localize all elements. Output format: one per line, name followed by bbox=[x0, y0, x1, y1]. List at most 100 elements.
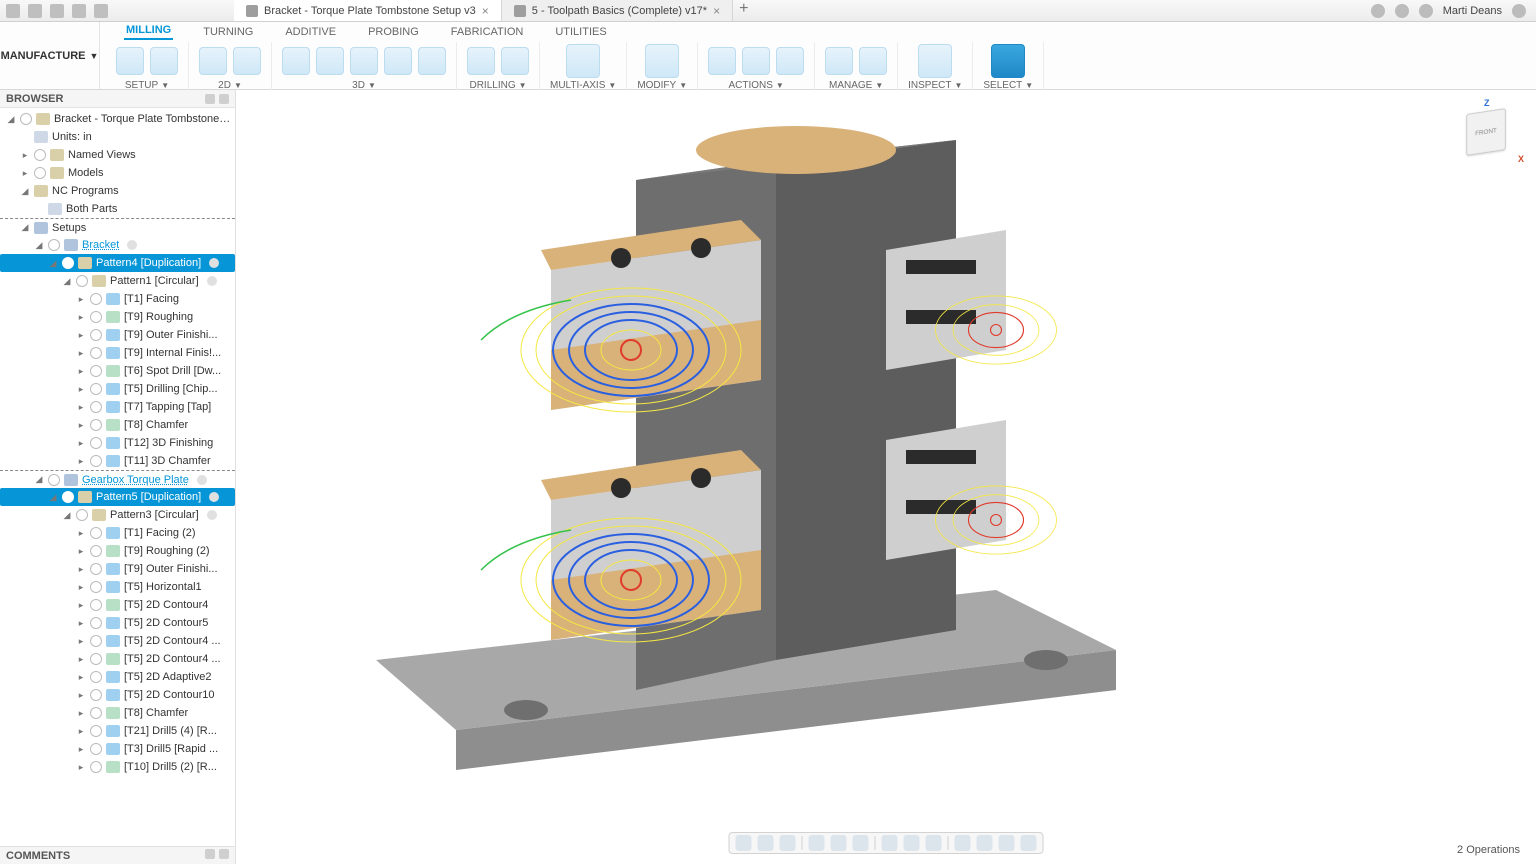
save-icon[interactable] bbox=[50, 4, 64, 18]
browser-tree[interactable]: ◢Bracket - Torque Plate Tombstone ...Uni… bbox=[0, 108, 235, 846]
navbar-button[interactable] bbox=[977, 835, 993, 851]
navbar-button[interactable] bbox=[809, 835, 825, 851]
settings-icon[interactable] bbox=[205, 94, 215, 104]
visibility-icon[interactable] bbox=[62, 491, 74, 503]
tree-operation[interactable]: ▸[T12] 3D Finishing bbox=[0, 434, 235, 452]
tree-operation[interactable]: ▸[T11] 3D Chamfer bbox=[0, 452, 235, 470]
chevron-right-icon[interactable]: ▸ bbox=[20, 168, 30, 179]
chevron-right-icon[interactable]: ▸ bbox=[76, 456, 86, 467]
tree-pattern[interactable]: ◢Pattern5 [Duplication] bbox=[0, 488, 235, 506]
viewport[interactable]: Z FRONT X 2 Operations bbox=[236, 90, 1536, 864]
chevron-down-icon[interactable]: ◢ bbox=[34, 474, 44, 485]
chevron-right-icon[interactable]: ▸ bbox=[76, 348, 86, 359]
chevron-right-icon[interactable]: ▸ bbox=[76, 366, 86, 377]
jobstatus-icon[interactable] bbox=[1395, 4, 1409, 18]
navbar-button[interactable] bbox=[831, 835, 847, 851]
ribbon-button[interactable] bbox=[384, 47, 412, 75]
navbar-button[interactable] bbox=[758, 835, 774, 851]
tree-pattern[interactable]: ◢Pattern1 [Circular] bbox=[0, 272, 235, 290]
navbar-button[interactable] bbox=[904, 835, 920, 851]
ribbon-button[interactable] bbox=[991, 44, 1025, 78]
ribbon-button[interactable] bbox=[918, 44, 952, 78]
ribbon-button[interactable] bbox=[150, 47, 178, 75]
close-icon[interactable] bbox=[219, 849, 229, 859]
chevron-down-icon[interactable]: ◢ bbox=[62, 276, 72, 287]
visibility-icon[interactable] bbox=[90, 617, 102, 629]
chevron-right-icon[interactable]: ▸ bbox=[76, 330, 86, 341]
close-icon[interactable]: × bbox=[713, 4, 720, 18]
tree-setup[interactable]: ◢Gearbox Torque Plate bbox=[0, 470, 235, 488]
tree-models[interactable]: ▸Models bbox=[0, 164, 235, 182]
tree-operation[interactable]: ▸[T8] Chamfer bbox=[0, 416, 235, 434]
visibility-icon[interactable] bbox=[34, 149, 46, 161]
visibility-icon[interactable] bbox=[90, 563, 102, 575]
chevron-right-icon[interactable]: ▸ bbox=[76, 312, 86, 323]
tree-setup[interactable]: ◢Bracket bbox=[0, 236, 235, 254]
visibility-icon[interactable] bbox=[90, 581, 102, 593]
ribbon-button[interactable] bbox=[116, 47, 144, 75]
tree-operation[interactable]: ▸[T6] Spot Drill [Dw... bbox=[0, 362, 235, 380]
chevron-right-icon[interactable]: ▸ bbox=[20, 150, 30, 161]
tree-operation[interactable]: ▸[T9] Outer Finishi... bbox=[0, 326, 235, 344]
tree-operation[interactable]: ▸[T9] Internal Finis!... bbox=[0, 344, 235, 362]
visibility-icon[interactable] bbox=[90, 761, 102, 773]
chevron-down-icon[interactable]: ◢ bbox=[6, 114, 16, 125]
tree-units[interactable]: Units: in bbox=[0, 128, 235, 146]
user-name[interactable]: Marti Deans bbox=[1443, 5, 1502, 17]
visibility-icon[interactable] bbox=[90, 743, 102, 755]
notifications-icon[interactable] bbox=[1419, 4, 1433, 18]
ribbon-button[interactable] bbox=[233, 47, 261, 75]
visibility-icon[interactable] bbox=[90, 725, 102, 737]
chevron-right-icon[interactable]: ▸ bbox=[76, 582, 86, 593]
tree-operation[interactable]: ▸[T5] 2D Adaptive2 bbox=[0, 668, 235, 686]
undo-icon[interactable] bbox=[72, 4, 86, 18]
chevron-down-icon[interactable]: ◢ bbox=[34, 240, 44, 251]
chevron-right-icon[interactable]: ▸ bbox=[76, 690, 86, 701]
extensions-icon[interactable] bbox=[1371, 4, 1385, 18]
tree-nc-programs[interactable]: ◢NC Programs bbox=[0, 182, 235, 200]
ribbon-button[interactable] bbox=[776, 47, 804, 75]
ribbon-tab-additive[interactable]: ADDITIVE bbox=[283, 24, 338, 40]
help-icon[interactable] bbox=[1512, 4, 1526, 18]
tree-operation[interactable]: ▸[T3] Drill5 [Rapid ... bbox=[0, 740, 235, 758]
visibility-icon[interactable] bbox=[90, 527, 102, 539]
chevron-right-icon[interactable]: ▸ bbox=[76, 546, 86, 557]
navbar-button[interactable] bbox=[853, 835, 869, 851]
chevron-right-icon[interactable]: ▸ bbox=[76, 528, 86, 539]
tree-pattern[interactable]: ◢Pattern4 [Duplication] bbox=[0, 254, 235, 272]
tree-operation[interactable]: ▸[T5] 2D Contour10 bbox=[0, 686, 235, 704]
file-icon[interactable] bbox=[28, 4, 42, 18]
navbar-button[interactable] bbox=[1021, 835, 1037, 851]
visibility-icon[interactable] bbox=[90, 383, 102, 395]
visibility-icon[interactable] bbox=[90, 329, 102, 341]
ribbon-tab-probing[interactable]: PROBING bbox=[366, 24, 421, 40]
tree-operation[interactable]: ▸[T9] Roughing (2) bbox=[0, 542, 235, 560]
visibility-icon[interactable] bbox=[90, 671, 102, 683]
tree-operation[interactable]: ▸[T9] Outer Finishi... bbox=[0, 560, 235, 578]
tree-operation[interactable]: ▸[T21] Drill5 (4) [R... bbox=[0, 722, 235, 740]
new-tab-button[interactable]: + bbox=[733, 0, 754, 21]
visibility-icon[interactable] bbox=[76, 275, 88, 287]
navbar-button[interactable] bbox=[999, 835, 1015, 851]
view-cube[interactable]: Z FRONT X bbox=[1458, 102, 1518, 162]
tree-operation[interactable]: ▸[T9] Roughing bbox=[0, 308, 235, 326]
close-icon[interactable] bbox=[219, 94, 229, 104]
tree-operation[interactable]: ▸[T5] 2D Contour5 bbox=[0, 614, 235, 632]
tree-operation[interactable]: ▸[T8] Chamfer bbox=[0, 704, 235, 722]
chevron-down-icon[interactable]: ◢ bbox=[62, 510, 72, 521]
visibility-icon[interactable] bbox=[90, 455, 102, 467]
navbar-button[interactable] bbox=[955, 835, 971, 851]
chevron-right-icon[interactable]: ▸ bbox=[76, 438, 86, 449]
visibility-icon[interactable] bbox=[76, 509, 88, 521]
ribbon-button[interactable] bbox=[199, 47, 227, 75]
ribbon-button[interactable] bbox=[418, 47, 446, 75]
visibility-icon[interactable] bbox=[90, 401, 102, 413]
chevron-right-icon[interactable]: ▸ bbox=[76, 708, 86, 719]
tree-operation[interactable]: ▸[T1] Facing (2) bbox=[0, 524, 235, 542]
tree-nc-item[interactable]: Both Parts bbox=[0, 200, 235, 218]
view-cube-face[interactable]: FRONT bbox=[1466, 108, 1506, 156]
chevron-down-icon[interactable]: ◢ bbox=[48, 258, 58, 269]
grid-icon[interactable] bbox=[6, 4, 20, 18]
chevron-right-icon[interactable]: ▸ bbox=[76, 294, 86, 305]
ribbon-button[interactable] bbox=[282, 47, 310, 75]
